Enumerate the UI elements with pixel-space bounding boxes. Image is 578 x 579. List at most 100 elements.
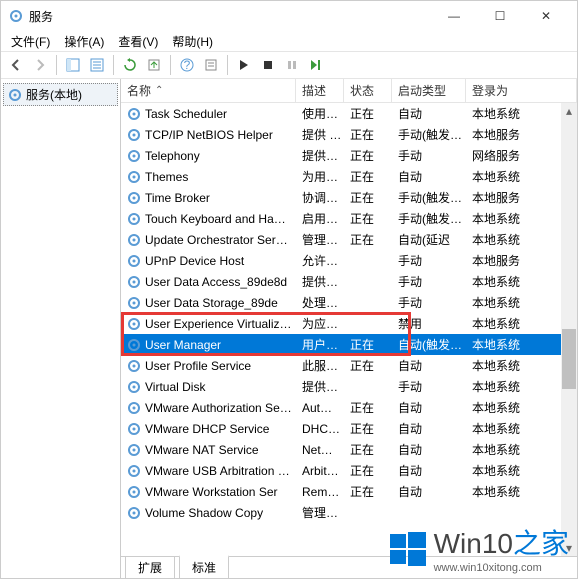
show-hide-tree-button[interactable] — [62, 54, 84, 76]
tree-item-services-local[interactable]: 服务(本地) — [3, 83, 118, 106]
service-name: User Data Storage_89de — [145, 296, 278, 310]
close-button[interactable]: ✕ — [523, 1, 569, 31]
restart-service-button[interactable] — [305, 54, 327, 76]
service-name: Virtual Disk — [145, 380, 205, 394]
minimize-button[interactable]: — — [431, 1, 477, 31]
start-service-button[interactable] — [233, 54, 255, 76]
help-button[interactable]: ? — [176, 54, 198, 76]
table-row[interactable]: User Data Storage_89de处理…手动本地系统 — [121, 292, 577, 313]
pause-service-button[interactable] — [281, 54, 303, 76]
cell-desc: Rem… — [296, 484, 344, 500]
menu-action[interactable]: 操作(A) — [58, 31, 110, 52]
maximize-button[interactable]: ☐ — [477, 1, 523, 31]
table-row[interactable]: Themes为用…正在自动本地系统 — [121, 166, 577, 187]
cell-status: 正在 — [344, 209, 392, 228]
vertical-scrollbar[interactable]: ▴ ▾ — [561, 103, 577, 556]
cell-startup: 自动 — [392, 440, 466, 459]
watermark-brand: Win10 — [434, 528, 513, 559]
cell-name: Touch Keyboard and Ha… — [121, 211, 296, 227]
cell-name: Virtual Disk — [121, 379, 296, 395]
stop-service-button[interactable] — [257, 54, 279, 76]
cell-name: User Experience Virtualiz… — [121, 316, 296, 332]
scroll-thumb[interactable] — [562, 329, 576, 389]
service-name: User Data Access_89de8d — [145, 275, 287, 289]
cell-startup: 自动(触发… — [392, 335, 466, 354]
cell-name: Telephony — [121, 148, 296, 164]
window-title: 服务 — [29, 8, 431, 25]
cell-status: 正在 — [344, 461, 392, 480]
cell-startup — [392, 512, 466, 514]
tab-standard[interactable]: 标准 — [179, 555, 229, 578]
service-name: Update Orchestrator Ser… — [145, 233, 288, 247]
cell-startup: 手动 — [392, 377, 466, 396]
table-row[interactable]: Volume Shadow Copy管理… — [121, 502, 577, 523]
gear-icon — [127, 296, 141, 310]
toolbar: ? — [1, 51, 577, 79]
column-name[interactable]: 名称 ⌃ — [121, 78, 296, 103]
tree-item-label: 服务(本地) — [26, 86, 82, 103]
cell-name: User Profile Service — [121, 358, 296, 374]
cell-desc: 管理… — [296, 230, 344, 249]
service-name: Telephony — [145, 149, 200, 163]
table-row[interactable]: Update Orchestrator Ser…管理…正在自动(延迟本地系统 — [121, 229, 577, 250]
scroll-up-icon[interactable]: ▴ — [561, 103, 577, 119]
cell-name: Task Scheduler — [121, 106, 296, 122]
cell-status: 正在 — [344, 398, 392, 417]
cell-name: TCP/IP NetBIOS Helper — [121, 127, 296, 143]
cell-name: VMware USB Arbitration … — [121, 463, 296, 479]
gear-icon — [127, 422, 141, 436]
details-button[interactable] — [86, 54, 108, 76]
table-row[interactable]: UPnP Device Host允许…手动本地服务 — [121, 250, 577, 271]
back-button[interactable] — [5, 54, 27, 76]
gear-icon — [127, 275, 141, 289]
table-row[interactable]: Touch Keyboard and Ha…启用…正在手动(触发…本地系统 — [121, 208, 577, 229]
table-row[interactable]: VMware DHCP ServiceDHC…正在自动本地系统 — [121, 418, 577, 439]
column-startup[interactable]: 启动类型 — [392, 78, 466, 103]
service-name: VMware Authorization Se… — [145, 401, 292, 415]
gear-icon — [127, 506, 141, 520]
column-logon[interactable]: 登录为 — [466, 78, 577, 103]
cell-desc: 允许… — [296, 251, 344, 270]
tree-pane: 服务(本地) — [1, 79, 121, 578]
service-name: Time Broker — [145, 191, 210, 205]
gear-icon — [127, 485, 141, 499]
gear-icon — [127, 149, 141, 163]
cell-desc: DHC… — [296, 421, 344, 437]
gear-icon — [127, 233, 141, 247]
table-row[interactable]: VMware USB Arbitration …Arbit…正在自动本地系统 — [121, 460, 577, 481]
windows-logo-icon — [388, 528, 428, 568]
table-row[interactable]: User Data Access_89de8d提供…手动本地系统 — [121, 271, 577, 292]
properties-button[interactable] — [200, 54, 222, 76]
menu-help[interactable]: 帮助(H) — [166, 31, 219, 52]
export-button[interactable] — [143, 54, 165, 76]
svg-text:?: ? — [184, 58, 191, 72]
table-row[interactable]: User Profile Service此服…正在自动本地系统 — [121, 355, 577, 376]
table-row[interactable]: Telephony提供…正在手动网络服务 — [121, 145, 577, 166]
tab-extended[interactable]: 扩展 — [125, 556, 175, 578]
watermark-url: www.win10xitong.com — [434, 562, 569, 574]
table-row[interactable]: VMware Workstation SerRem…正在自动本地系统 — [121, 481, 577, 502]
cell-status: 正在 — [344, 188, 392, 207]
table-row[interactable]: VMware NAT ServiceNet…正在自动本地系统 — [121, 439, 577, 460]
service-name: Themes — [145, 170, 188, 184]
table-row[interactable]: Task Scheduler使用…正在自动本地系统 — [121, 103, 577, 124]
gear-icon — [127, 212, 141, 226]
table-row[interactable]: Time Broker协调…正在手动(触发…本地服务 — [121, 187, 577, 208]
forward-button[interactable] — [29, 54, 51, 76]
table-row[interactable]: User Experience Virtualiz…为应…禁用本地系统 — [121, 313, 577, 334]
table-row[interactable]: User Manager用户…正在自动(触发…本地系统 — [121, 334, 577, 355]
table-row[interactable]: TCP/IP NetBIOS Helper提供 …正在手动(触发…本地服务 — [121, 124, 577, 145]
menu-view[interactable]: 查看(V) — [112, 31, 164, 52]
table-row[interactable]: Virtual Disk提供…手动本地系统 — [121, 376, 577, 397]
body: 服务(本地) 名称 ⌃ 描述 状态 启动类型 登录为 Task Schedule… — [1, 79, 577, 578]
cell-desc: Net… — [296, 442, 344, 458]
table-row[interactable]: VMware Authorization Se…Aut…正在自动本地系统 — [121, 397, 577, 418]
menu-file[interactable]: 文件(F) — [5, 31, 56, 52]
column-status[interactable]: 状态 — [344, 78, 392, 103]
service-name: Volume Shadow Copy — [145, 506, 263, 520]
cell-startup: 自动 — [392, 419, 466, 438]
column-headers: 名称 ⌃ 描述 状态 启动类型 登录为 — [121, 79, 577, 103]
refresh-button[interactable] — [119, 54, 141, 76]
cell-name: UPnP Device Host — [121, 253, 296, 269]
column-description[interactable]: 描述 — [296, 78, 344, 103]
